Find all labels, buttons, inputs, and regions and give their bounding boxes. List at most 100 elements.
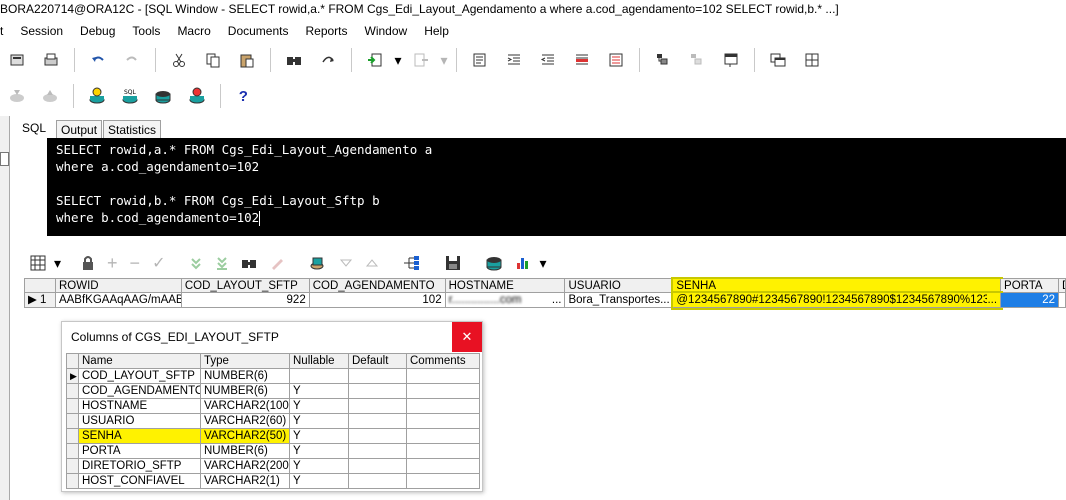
tab-statistics[interactable]: Statistics [103,120,162,138]
cell-porta[interactable]: 22 [1001,293,1059,308]
query-by-example-icon[interactable] [309,252,327,274]
undo-icon[interactable] [87,49,109,71]
column-nullable[interactable]: Y [290,384,349,399]
column-comments[interactable] [407,459,480,474]
cell-hostname[interactable]: r...............com... [445,293,566,308]
log-on-icon[interactable] [86,85,107,107]
format-icon[interactable] [469,49,491,71]
column-name[interactable]: DIRETORIO_SFTP [79,459,201,474]
column-type[interactable]: VARCHAR2(200) [201,459,290,474]
paste-icon[interactable] [236,49,258,71]
cell-rowid[interactable]: AABfKGAAqAAG/mAAB [55,293,182,308]
replace-icon[interactable] [317,49,339,71]
left-panel-strip[interactable] [0,116,10,500]
find-icon[interactable] [283,49,305,71]
commit-icon[interactable] [6,85,27,107]
window-list-icon[interactable] [767,49,789,71]
close-icon[interactable]: ✕ [452,322,482,352]
column-default[interactable] [349,429,407,444]
column-type[interactable]: NUMBER(6) [201,384,290,399]
list-item[interactable]: USUARIO VARCHAR2(60) Y [67,414,480,429]
beautifier-icon[interactable] [720,49,742,71]
cell-ellipsis-button[interactable]: ... [660,293,670,307]
table-db-icon[interactable] [485,252,503,274]
row-indicator[interactable]: ▶ 1 [24,293,56,308]
menu-item-window[interactable]: Window [356,24,416,38]
column-comments[interactable] [407,414,480,429]
column-type[interactable]: VARCHAR2(100) [201,399,290,414]
column-comments[interactable] [407,444,480,459]
load-file-icon[interactable] [364,49,386,71]
db-icon[interactable] [153,85,174,107]
post-changes-icon[interactable]: ✓ [152,252,165,274]
tab-sql[interactable]: SQL [13,117,56,138]
column-nullable[interactable]: Y [290,444,349,459]
column-default[interactable] [349,369,407,384]
next-page-icon[interactable] [189,252,203,274]
cell-usuario[interactable]: Bora_Transportes... [565,293,674,308]
column-name[interactable]: COD_LAYOUT_SFTP [79,369,201,384]
column-default[interactable] [349,384,407,399]
column-nullable[interactable]: Y [290,399,349,414]
cell-d[interactable] [1059,293,1066,308]
print-icon[interactable] [40,49,62,71]
menu-item-macro[interactable]: Macro [168,24,218,38]
col-header-usuario[interactable]: USUARIO [565,279,674,293]
cell-ellipsis-button[interactable]: ... [552,293,562,307]
cell-ellipsis-button[interactable]: ... [987,293,997,307]
column-type[interactable]: NUMBER(6) [201,444,290,459]
help-icon[interactable]: ? [233,85,254,107]
column-comments[interactable] [407,399,480,414]
cell-cod-agendamento[interactable]: 102 [309,293,446,308]
col-header-rowid[interactable]: ROWID [55,279,182,293]
column-nullable[interactable] [290,369,349,384]
col-header-default[interactable]: Default [349,354,407,369]
rollback-icon[interactable] [39,85,60,107]
grid-find-icon[interactable] [241,252,257,274]
last-page-icon[interactable] [215,252,229,274]
column-default[interactable] [349,414,407,429]
column-nullable[interactable]: Y [290,414,349,429]
column-nullable[interactable]: Y [290,459,349,474]
column-type[interactable]: VARCHAR2(60) [201,414,290,429]
tab-output[interactable]: Output [56,120,103,138]
column-default[interactable] [349,399,407,414]
chart-icon[interactable] [515,252,531,274]
column-name[interactable]: PORTA [79,444,201,459]
sql-icon[interactable]: SQL [119,85,140,107]
copy-icon[interactable] [202,49,224,71]
list-item[interactable]: HOSTNAME VARCHAR2(100) Y [67,399,480,414]
column-default[interactable] [349,474,407,489]
column-default[interactable] [349,444,407,459]
cell-cod-layout-sftp[interactable]: 922 [181,293,310,308]
save-file-icon[interactable] [410,49,432,71]
col-header-nullable[interactable]: Nullable [290,354,349,369]
menu-item-tools[interactable]: Tools [123,24,168,38]
list-item[interactable]: DIRETORIO_SFTP VARCHAR2(200) Y [67,459,480,474]
column-nullable[interactable]: Y [290,474,349,489]
column-name[interactable]: HOST_CONFIAVEL [79,474,201,489]
column-comments[interactable] [407,429,480,444]
clear-record-icon[interactable] [269,252,285,274]
tile-icon[interactable] [801,49,823,71]
column-type[interactable]: NUMBER(6) [201,369,290,384]
menu-item-edit[interactable]: t [0,24,11,38]
load-file-dropdown-icon[interactable]: ▾ [394,49,402,71]
insert-record-icon[interactable]: + [107,252,118,274]
col-header-hostname[interactable]: HOSTNAME [445,279,566,293]
col-header-comments[interactable]: Comments [407,354,480,369]
column-name[interactable]: COD_AGENDAMENTO [79,384,201,399]
export-icon[interactable] [445,252,461,274]
indent-icon[interactable] [503,49,525,71]
chart-dropdown-icon[interactable]: ▾ [539,252,546,274]
delete-record-icon[interactable]: − [130,252,141,274]
list-item[interactable]: PORTA NUMBER(6) Y [67,444,480,459]
column-name[interactable]: SENHA [79,429,201,444]
list-item-highlighted[interactable]: SENHA VARCHAR2(50) Y [67,429,480,444]
col-header-d[interactable]: D [1059,279,1066,293]
column-default[interactable] [349,459,407,474]
link-icon[interactable] [403,252,421,274]
menu-item-documents[interactable]: Documents [219,24,297,38]
execute-plan-icon[interactable] [652,49,674,71]
cut-icon[interactable] [168,49,190,71]
